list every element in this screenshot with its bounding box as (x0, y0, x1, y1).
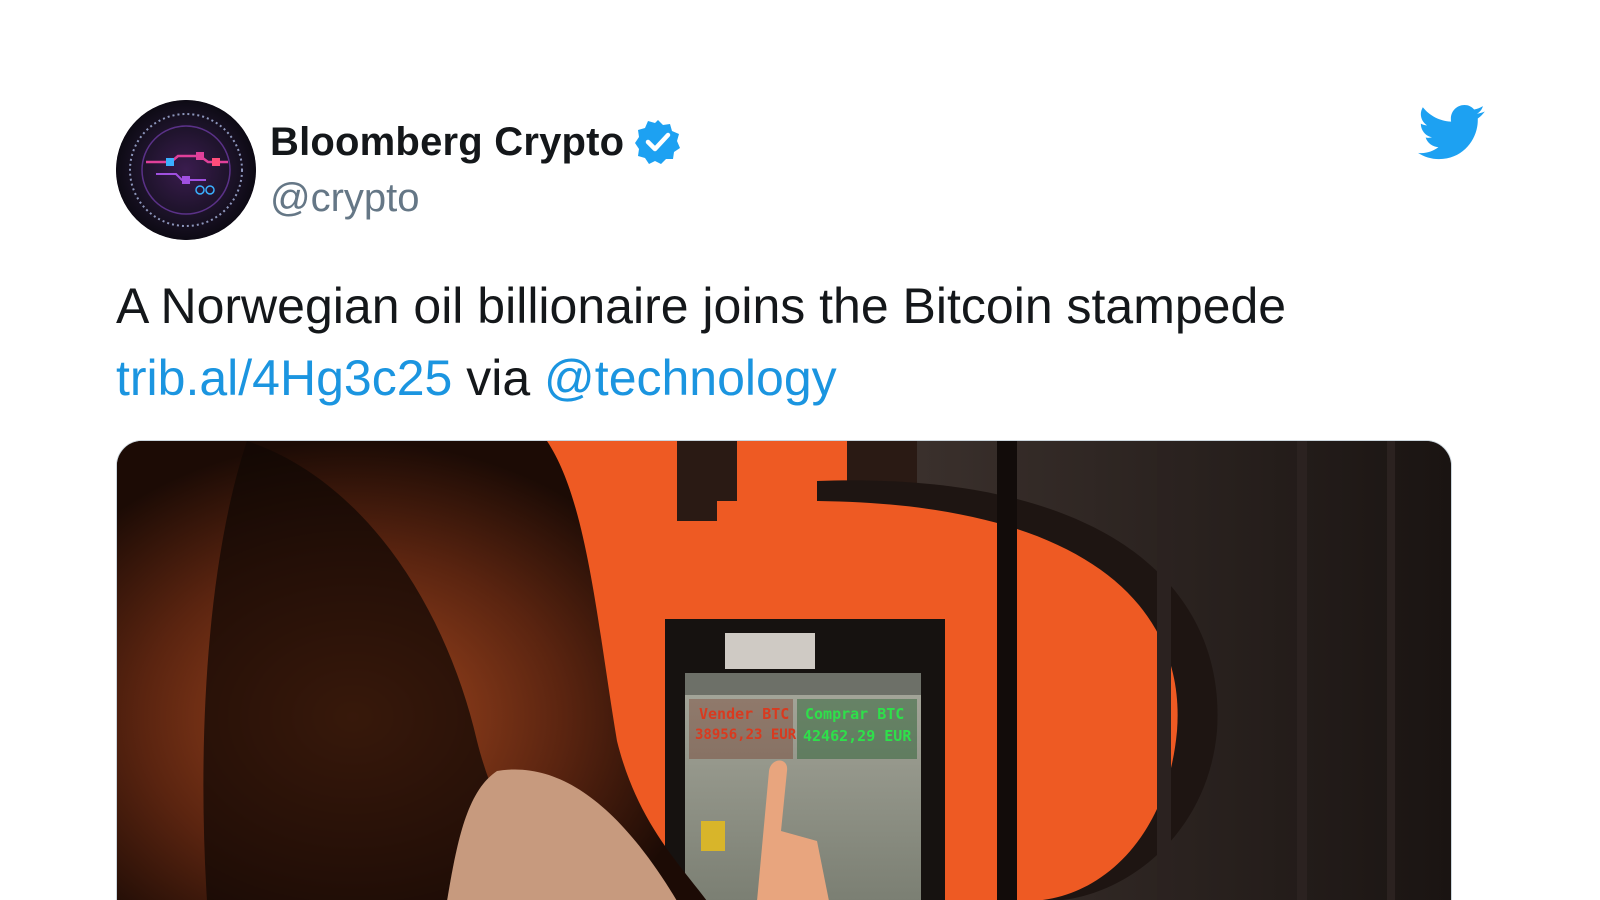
atm-sell-label: Vender BTC (699, 705, 789, 723)
bloomberg-crypto-logo-icon (116, 100, 256, 240)
twitter-bird-icon[interactable] (1418, 104, 1486, 162)
atm-sell-price: 38956,23 EUR (695, 727, 797, 743)
tweet-media-photo[interactable]: Vender BTC 38956,23 EUR Comprar BTC 4246… (116, 440, 1452, 900)
mention-link[interactable]: @technology (544, 350, 837, 406)
tweet-text-line-2: trib.al/4Hg3c25 via @technology (116, 342, 1476, 414)
bitcoin-atm-photo: Vender BTC 38956,23 EUR Comprar BTC 4246… (117, 441, 1451, 900)
tweet-text-line-1: A Norwegian oil billionaire joins the Bi… (116, 278, 1287, 334)
author-name-line: Bloomberg Crypto (270, 118, 682, 166)
tweet-header: Bloomberg Crypto @crypto (116, 100, 1486, 240)
atm-buy-price: 42462,29 EUR (803, 727, 912, 745)
author-handle[interactable]: @crypto (270, 176, 420, 221)
tweet-text: A Norwegian oil billionaire joins the Bi… (116, 270, 1476, 414)
article-link[interactable]: trib.al/4Hg3c25 (116, 350, 452, 406)
avatar[interactable] (116, 100, 256, 240)
atm-buy-label: Comprar BTC (805, 705, 904, 723)
via-text: via (466, 350, 531, 406)
tweet-card: Bloomberg Crypto @crypto A Norwegian oil… (0, 0, 1600, 900)
author-display-name[interactable]: Bloomberg Crypto (270, 120, 624, 165)
verified-badge-icon (635, 120, 681, 164)
